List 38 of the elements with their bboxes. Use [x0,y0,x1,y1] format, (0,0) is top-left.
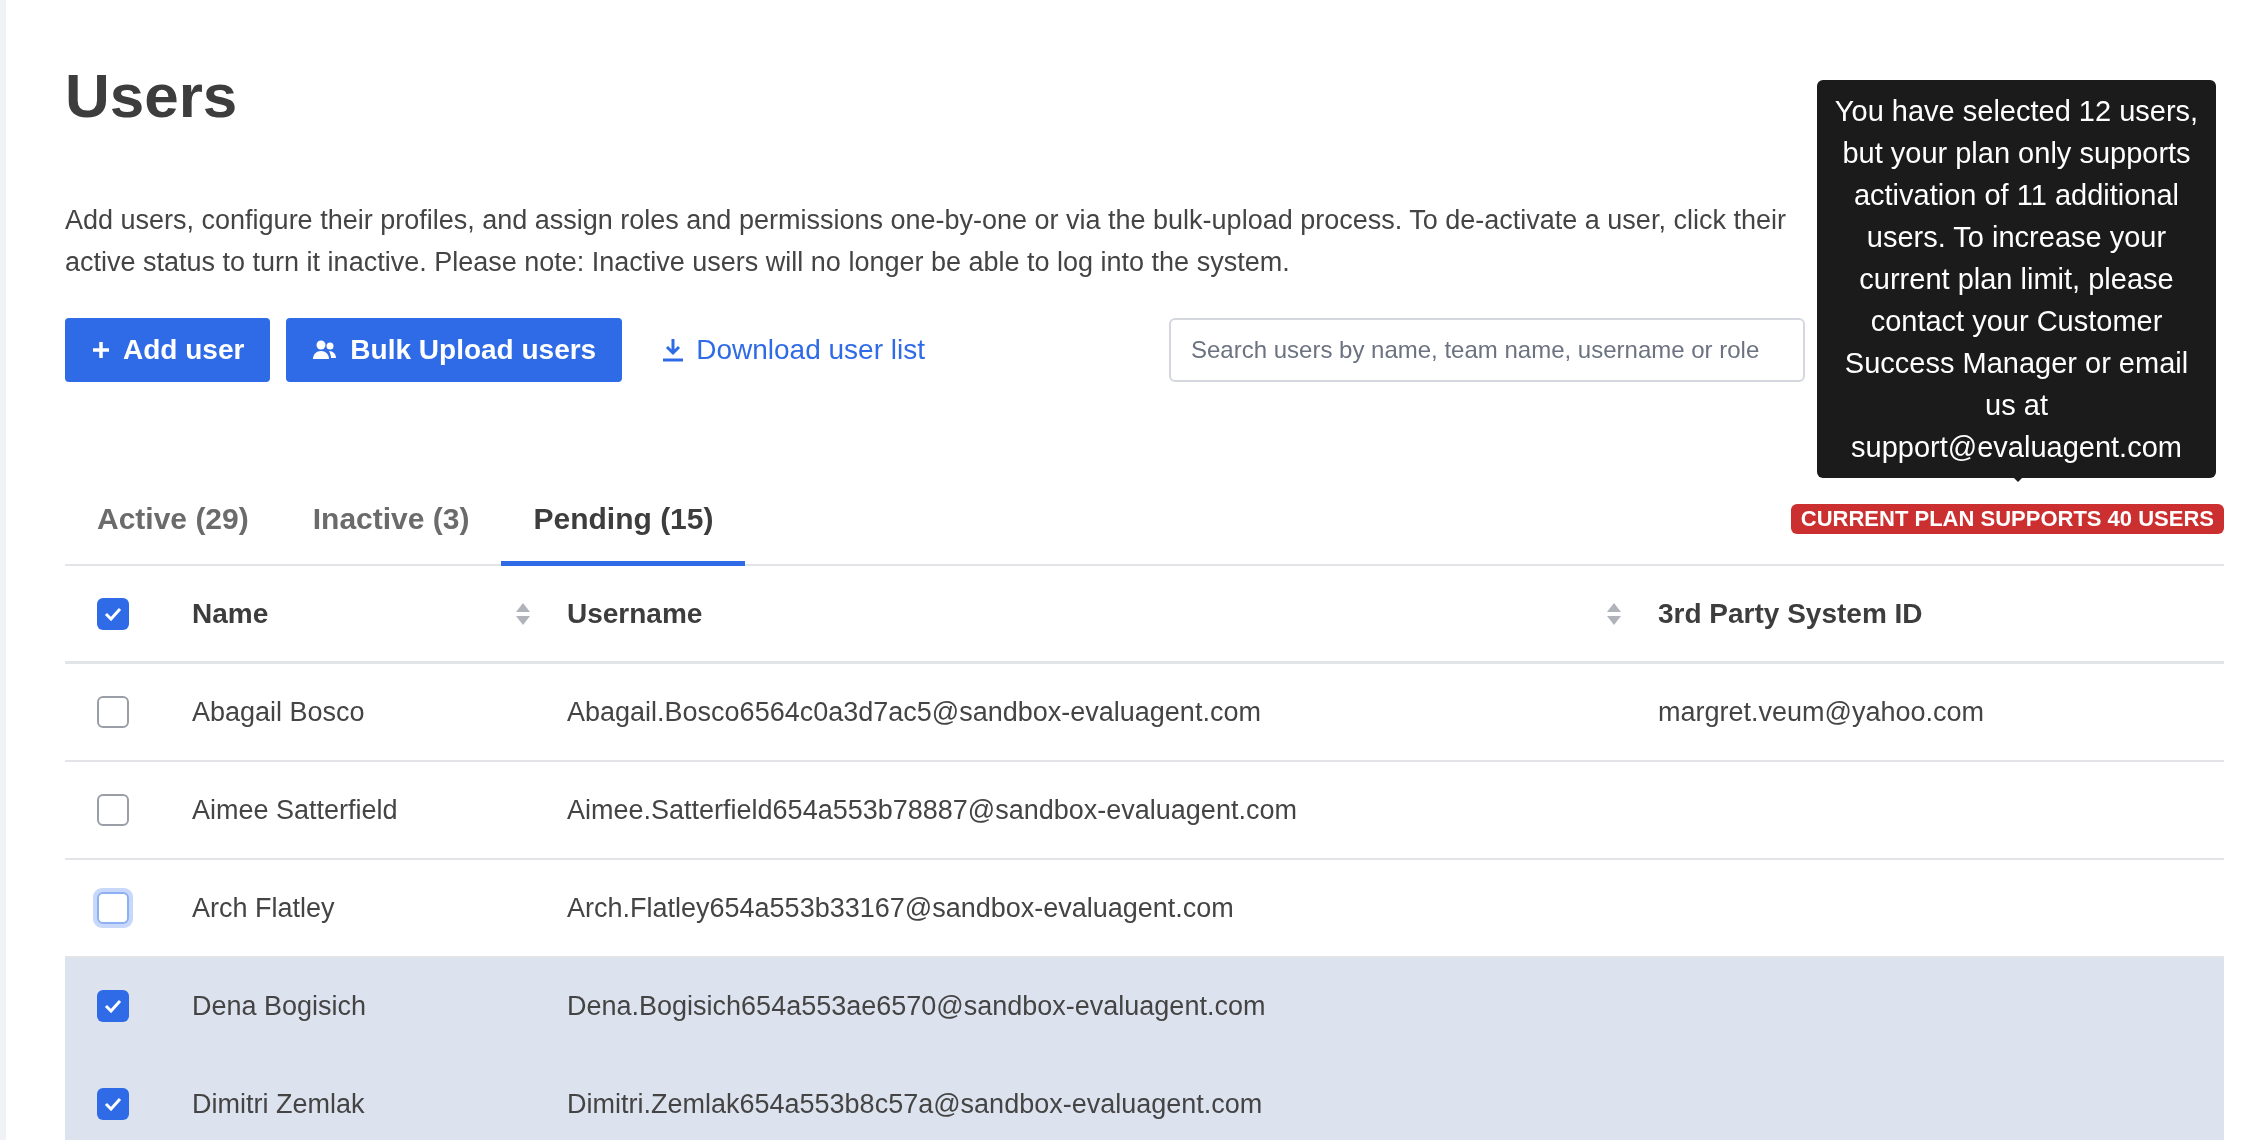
check-icon [104,606,122,621]
table-cell: Abagail Bosco [192,696,365,727]
column-header[interactable]: 3rd Party System ID [1658,592,1923,635]
checkbox[interactable] [97,990,129,1022]
check-icon [104,999,122,1013]
download-link[interactable]: Download user list [638,318,949,382]
search-field[interactable]: Search users by name, team name, username or role [1169,318,1805,382]
bulk-upload-button[interactable]: Bulk Upload users [286,318,623,382]
sort-icon[interactable] [515,601,531,626]
checkbox[interactable] [97,597,129,630]
table-cell: Dimitri.Zemlak654a553b8c57a@sandbox-evaluagent.com [567,1088,1263,1119]
checkbox[interactable] [97,696,129,728]
column-header[interactable]: Username [567,592,703,635]
plus-icon [91,340,111,360]
add-user-button[interactable]: Add user [65,318,271,382]
tab[interactable]: Active (29) [65,476,281,566]
page-title: Users [65,60,238,132]
table-cell: Aimee Satterfield [192,794,398,825]
checkbox[interactable] [97,1088,129,1120]
page-description: Add users, configure their profiles, and assign roles and permissions one-by-one or via the bulk-upload process. To de-activate a user, click their active status to turn it inactive. Please note: Inactive users will no longer be able to log into the system. [65,205,1786,277]
checkbox[interactable] [97,794,129,826]
check-icon [104,1097,122,1111]
table-cell: Dena.Bogisich654a553ae6570@sandbox-evaluagent.com [567,990,1266,1021]
tab[interactable]: Inactive (3) [280,476,502,566]
table-cell: Arch Flatley [192,892,335,923]
plan-limit-badge: CURRENT PLAN SUPPORTS 40 USERS [1790,504,2224,534]
users-icon [312,339,339,361]
tooltip: You have selected 12 users, but your plan only supports activation of 11 additional users. To increase your current plan limit, please contact your Customer Success Manager or email us at support@evaluagent.com [1817,80,2216,478]
tab[interactable]: Pending (15) [501,476,746,566]
sort-icon[interactable] [1606,601,1622,626]
table-cell: Abagail.Bosco6564c0a3d7ac5@sandbox-evaluagent.com [567,696,1261,727]
table-cell: Dimitri Zemlak [192,1088,365,1119]
download-icon [662,338,685,362]
table-cell: Aimee.Satterfield654a553b78887@sandbox-evaluagent.com [567,794,1297,825]
table-cell: Dena Bogisich [192,990,367,1021]
table-cell: margret.veum@yahoo.com [1658,696,1985,727]
column-header[interactable]: Name [192,592,269,635]
table-cell: Arch.Flatley654a553b33167@sandbox-evaluagent.com [567,892,1234,923]
